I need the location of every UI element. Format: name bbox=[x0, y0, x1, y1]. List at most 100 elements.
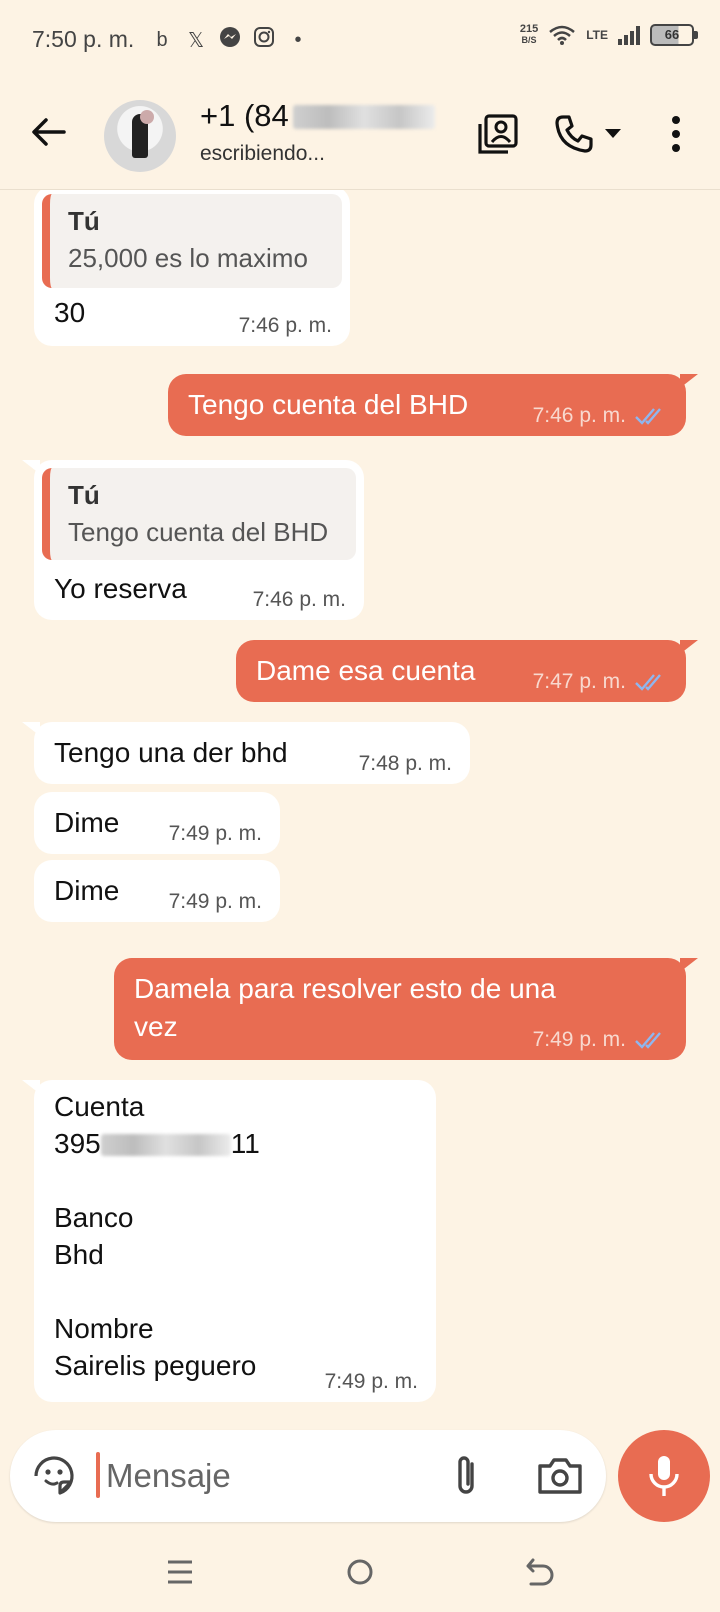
read-ticks-icon bbox=[635, 674, 661, 691]
system-navigation-bar bbox=[0, 1530, 720, 1612]
x-icon: 𝕏 bbox=[187, 29, 205, 52]
message-time: 7:46 p. m. bbox=[532, 404, 626, 427]
more-notifications-dot-icon: • bbox=[294, 28, 302, 51]
menu-lines-icon bbox=[168, 1560, 192, 1584]
bing-icon: b bbox=[156, 28, 168, 51]
redacted-number bbox=[292, 105, 435, 129]
message-time: 7:47 p. m. bbox=[532, 670, 626, 693]
instagram-icon bbox=[252, 26, 276, 54]
net-speed: 215 B/S bbox=[520, 24, 538, 46]
message-text: Dime bbox=[54, 875, 120, 906]
camera-button[interactable] bbox=[534, 1452, 586, 1500]
message-time: 7:49 p. m. bbox=[532, 1028, 626, 1051]
message-text: Tengo cuenta del BHD bbox=[188, 389, 469, 420]
contact-card-icon bbox=[478, 114, 518, 154]
message-text-line-1: Damela para resolver esto de una bbox=[134, 973, 556, 1004]
message-incoming[interactable]: Tengo una der bhd 7:48 p. m. bbox=[22, 722, 470, 784]
bubble-tail bbox=[680, 640, 698, 654]
paperclip-icon bbox=[458, 1456, 474, 1494]
avatar-figure-head bbox=[140, 110, 154, 124]
more-options-button[interactable] bbox=[652, 110, 700, 158]
status-right: 215 B/S LTE 66 bbox=[520, 24, 698, 46]
message-time: 7:48 p. m. bbox=[358, 752, 452, 775]
sticker-icon bbox=[34, 1456, 74, 1495]
message-incoming[interactable]: Dime 7:49 p. m. bbox=[34, 792, 280, 854]
messenger-icon bbox=[218, 26, 242, 54]
emoji-button[interactable] bbox=[30, 1452, 78, 1500]
back-button[interactable] bbox=[28, 110, 68, 154]
message-time: 7:46 p. m. bbox=[238, 314, 332, 337]
message-input[interactable] bbox=[106, 1448, 406, 1504]
bubble-tail bbox=[22, 1080, 40, 1094]
signal-icon bbox=[618, 25, 640, 45]
net-speed-value: 215 bbox=[519, 23, 539, 35]
voice-message-button[interactable] bbox=[618, 1430, 710, 1522]
message-incoming[interactable]: Tú 25,000 es lo maximo 30 7:46 p. m. bbox=[34, 190, 350, 346]
text-cursor bbox=[96, 1452, 100, 1498]
chat-area[interactable]: Tú 25,000 es lo maximo 30 7:46 p. m. Ten… bbox=[0, 190, 720, 1430]
arrow-left-icon bbox=[32, 118, 66, 146]
account-label: Cuenta bbox=[54, 1091, 145, 1122]
bank-value: Bhd bbox=[54, 1239, 104, 1270]
message-outgoing[interactable]: Tengo cuenta del BHD 7:46 p. m. bbox=[168, 374, 698, 436]
quote-text: Tengo cuenta del BHD bbox=[68, 517, 329, 547]
message-incoming[interactable]: Dime 7:49 p. m. bbox=[34, 860, 280, 922]
message-text: Dame esa cuenta bbox=[256, 655, 476, 686]
message-outgoing[interactable]: Dame esa cuenta 7:47 p. m. bbox=[236, 640, 698, 702]
message-text: Dime bbox=[54, 807, 120, 838]
contact-card-button[interactable] bbox=[474, 110, 522, 158]
bank-label: Banco bbox=[54, 1202, 134, 1233]
quote-author: Tú bbox=[68, 480, 100, 510]
message-incoming[interactable]: Cuenta 395 11 Banco Bhd Nombre Sairelis p… bbox=[22, 1080, 436, 1402]
quoted-message[interactable]: Tú 25,000 es lo maximo bbox=[42, 194, 342, 288]
typing-status: escribiendo... bbox=[200, 142, 325, 165]
quote-text: 25,000 es lo maximo bbox=[68, 243, 308, 273]
net-speed-unit: B/S bbox=[521, 35, 537, 45]
redacted-account-digits bbox=[100, 1134, 231, 1156]
status-time: 7:50 p. m. bbox=[32, 26, 135, 52]
attach-button[interactable] bbox=[442, 1452, 490, 1500]
contact-avatar[interactable] bbox=[104, 100, 176, 172]
back-arrow-icon bbox=[526, 1558, 554, 1586]
message-text: 30 bbox=[54, 297, 86, 328]
status-bar: 7:50 p. m. b 𝕏 • 215 B/S LTE 66 bbox=[0, 0, 720, 82]
read-ticks-icon bbox=[635, 1032, 661, 1049]
nav-back-button[interactable] bbox=[516, 1548, 564, 1596]
phone-icon bbox=[555, 115, 593, 153]
name-label: Nombre bbox=[54, 1313, 154, 1344]
nav-recents-button[interactable] bbox=[156, 1548, 204, 1596]
quoted-message[interactable]: Tú Tengo cuenta del BHD bbox=[42, 468, 356, 560]
contact-name[interactable]: +1 (84 bbox=[200, 98, 435, 134]
nav-home-button[interactable] bbox=[336, 1548, 384, 1596]
message-incoming[interactable]: Tú Tengo cuenta del BHD Yo reserva 7:46 … bbox=[22, 460, 364, 620]
more-vertical-icon bbox=[672, 116, 680, 152]
battery-icon: 66 bbox=[650, 24, 698, 46]
circle-home-icon bbox=[347, 1559, 373, 1585]
quote-author: Tú bbox=[68, 206, 100, 236]
bubble-tail bbox=[680, 958, 698, 972]
bubble-tail bbox=[22, 460, 40, 474]
account-number: 395 11 bbox=[54, 1125, 260, 1163]
account-number-end: 11 bbox=[230, 1128, 260, 1159]
chat-header: +1 (84 escribiendo... bbox=[0, 82, 720, 190]
camera-icon bbox=[538, 1458, 582, 1494]
call-options-button[interactable] bbox=[598, 110, 628, 158]
message-time: 7:49 p. m. bbox=[324, 1370, 418, 1393]
notification-icons: b 𝕏 • bbox=[150, 26, 310, 54]
message-text: Yo reserva bbox=[54, 573, 187, 604]
message-outgoing[interactable]: Damela para resolver esto de una vez 7:4… bbox=[114, 958, 698, 1060]
message-text: Tengo una der bhd bbox=[54, 737, 288, 768]
message-time: 7:49 p. m. bbox=[168, 890, 262, 913]
contact-name-text: +1 (84 bbox=[200, 98, 289, 133]
bubble-tail bbox=[22, 722, 40, 736]
bubble-tail bbox=[680, 374, 698, 388]
call-button[interactable] bbox=[550, 110, 598, 158]
name-value: Sairelis peguero bbox=[54, 1350, 257, 1381]
microphone-icon bbox=[649, 1456, 679, 1496]
message-text-line-2: vez bbox=[134, 1011, 178, 1042]
account-number-start: 395 bbox=[54, 1128, 101, 1159]
message-time: 7:49 p. m. bbox=[168, 822, 262, 845]
read-ticks-icon bbox=[635, 408, 661, 425]
wifi-icon bbox=[549, 25, 576, 45]
network-type: LTE bbox=[586, 28, 608, 42]
